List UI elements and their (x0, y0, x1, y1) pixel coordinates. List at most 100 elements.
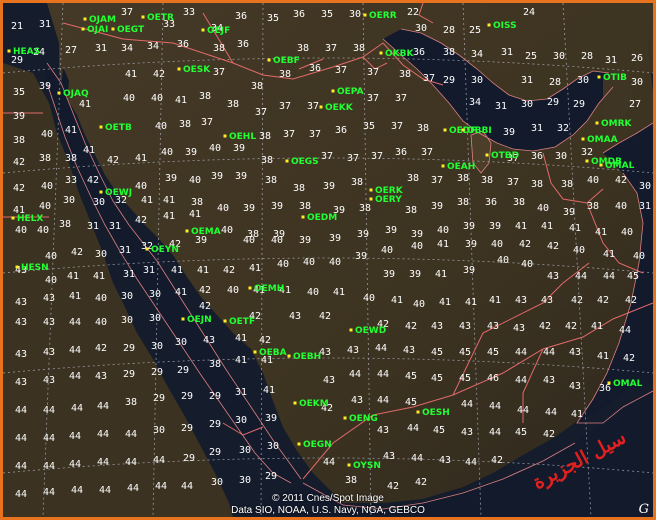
station-marker[interactable]: OEJN (181, 315, 212, 325)
station-marker[interactable]: OEAH (441, 162, 476, 172)
station-marker[interactable]: OEKK (319, 103, 354, 113)
station-marker[interactable]: OYSN (347, 461, 381, 471)
temperature-reading: 30 (235, 415, 247, 426)
temperature-reading: 29 (443, 75, 455, 86)
temperature-reading: 40 (413, 299, 425, 310)
temperature-reading: 32 (557, 123, 569, 134)
temperature-reading: 43 (461, 427, 473, 438)
temperature-reading: 44 (155, 481, 167, 492)
temperature-reading: 37 (507, 177, 519, 188)
temperature-reading: 30 (631, 77, 643, 88)
temperature-reading: 38 (345, 475, 357, 486)
temperature-reading: 38 (65, 153, 77, 164)
station-marker[interactable]: OBBI (461, 126, 492, 136)
station-marker[interactable]: OEBF (267, 56, 300, 66)
station-dot (319, 105, 323, 109)
station-marker[interactable]: OKBK (379, 49, 415, 59)
temperature-reading: 40 (243, 235, 255, 246)
satellite-map[interactable]: 21 313733333436 35 36 35 30 2230 28 252424 27 31 34… (3, 3, 653, 517)
station-marker[interactable]: OERR (363, 11, 397, 21)
station-label: OEHL (229, 132, 256, 142)
temperature-reading: 25 (469, 25, 481, 36)
station-marker[interactable]: OEBH (287, 352, 322, 362)
temperature-reading: 38 (213, 43, 225, 54)
temperature-reading: 44 (377, 395, 389, 406)
station-marker[interactable]: HEAS (7, 47, 41, 57)
temperature-reading: 44 (575, 271, 587, 282)
station-label: OEAH (447, 162, 475, 172)
temperature-reading: 31 (95, 43, 107, 54)
map-viewport[interactable]: 21 31 37 33 33 34 36 35 36 35 30 22 30 28 25 24 24 27 31 34… (0, 0, 656, 520)
temperature-reading: 44 (15, 405, 27, 416)
station-marker[interactable]: OEGS (285, 157, 319, 167)
station-label: HEAS (13, 47, 40, 57)
station-marker[interactable]: OTBD (485, 151, 520, 161)
temperature-reading: 42 (415, 477, 427, 488)
station-marker[interactable]: OEHL (223, 132, 257, 142)
station-marker[interactable]: OEGT (111, 25, 146, 35)
temperature-reading: 41 (197, 265, 209, 276)
station-marker[interactable]: OENG (343, 414, 378, 424)
station-marker[interactable]: OMAA (581, 135, 618, 145)
station-dot (441, 164, 445, 168)
temperature-reading: 28 (443, 25, 455, 36)
station-marker[interactable]: OEWJ (99, 188, 133, 198)
station-marker[interactable]: OESH (416, 408, 450, 418)
station-label: OMAA (587, 135, 618, 145)
temperature-reading: 43 (203, 335, 215, 346)
temperature-reading: 38 (417, 123, 429, 134)
station-marker[interactable]: HELX (11, 214, 44, 224)
temperature-reading: 41 (541, 221, 553, 232)
station-marker[interactable]: OJAM (83, 15, 116, 25)
station-marker[interactable]: HESN (15, 263, 49, 273)
station-marker[interactable]: OEBA (253, 348, 287, 358)
temperature-reading: 43 (569, 381, 581, 392)
station-marker[interactable]: OMDB (585, 157, 623, 167)
station-marker[interactable]: OEWD (349, 326, 387, 336)
temperature-reading: 43 (15, 317, 27, 328)
station-marker[interactable]: OEGN (297, 440, 332, 450)
temperature-reading: 31 (521, 75, 533, 86)
temperature-reading: 42 (199, 301, 211, 312)
temperature-reading: 41 (333, 287, 345, 298)
temperature-reading: 38 (251, 81, 263, 92)
temperature-reading: 37 (309, 129, 321, 140)
temperature-reading: 44 (43, 433, 55, 444)
temperature-reading: 39 (503, 127, 515, 138)
station-marker[interactable]: OETR (141, 13, 174, 23)
station-marker[interactable]: OEDM (301, 213, 338, 223)
temperature-reading: 29 (209, 419, 221, 430)
station-marker[interactable]: OEYN (145, 245, 179, 255)
station-marker[interactable]: OMAL (607, 379, 643, 389)
station-marker[interactable]: OEMH (248, 284, 285, 294)
temperature-reading: 35 (363, 121, 375, 132)
temperature-reading: 44 (411, 453, 423, 464)
station-marker[interactable]: OEPA (331, 87, 364, 97)
station-marker[interactable]: OESK (177, 65, 212, 75)
station-label: OISS (493, 21, 517, 31)
station-dot (363, 13, 367, 17)
station-marker[interactable]: OERY (369, 195, 403, 205)
temperature-reading: 43 (351, 395, 363, 406)
temperature-reading: 42 (543, 429, 555, 440)
station-marker[interactable]: OMRK (595, 119, 633, 129)
temperature-reading: 42 (135, 215, 147, 226)
station-marker[interactable]: OEMA (185, 227, 221, 237)
temperature-reading: 30 (239, 475, 251, 486)
temperature-reading: 43 (513, 323, 525, 334)
temperature-reading: 38 (399, 69, 411, 80)
station-label: OESH (422, 408, 450, 418)
temperature-reading: 44 (69, 345, 81, 356)
station-marker[interactable]: OETB (99, 123, 132, 133)
station-marker[interactable]: OJAQ (57, 89, 89, 99)
station-label: OJAQ (63, 89, 89, 99)
station-dot (443, 128, 447, 132)
temperature-reading: 38 (191, 197, 203, 208)
temperature-reading: 30 (63, 195, 75, 206)
temperature-reading: 40 (633, 251, 645, 262)
temperature-reading: 31 (531, 123, 543, 134)
temperature-reading: 31 (235, 387, 247, 398)
temperature-reading: 30 (555, 151, 567, 162)
station-marker[interactable]: OEKM (293, 399, 329, 409)
station-marker[interactable]: OETF (223, 317, 256, 327)
